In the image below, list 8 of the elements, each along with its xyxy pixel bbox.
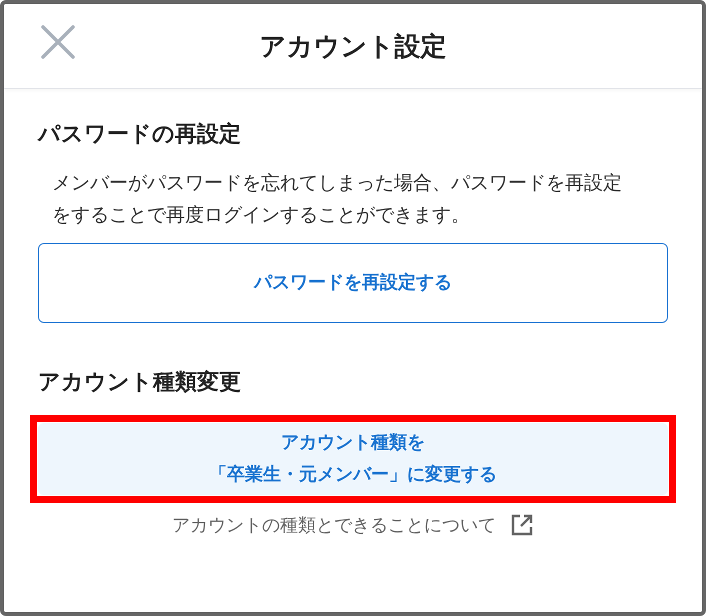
close-icon[interactable]	[40, 24, 76, 60]
dialog-title: アカウント設定	[260, 30, 446, 64]
section-title: アカウント種類変更	[38, 368, 242, 397]
description-text: メンバーがパスワードを忘れてしまった場合、パスワードを再設定をすることで再度ログインすることができます。	[52, 171, 623, 228]
section-title: パスワードの再設定	[38, 120, 242, 149]
action-button[interactable]: アカウント種類を 「卒業生・元メンバー」に変更する	[38, 423, 668, 495]
help-link[interactable]: アカウントの種類とできることについて	[172, 513, 496, 537]
action-button[interactable]: パスワードを再設定する	[38, 243, 668, 323]
